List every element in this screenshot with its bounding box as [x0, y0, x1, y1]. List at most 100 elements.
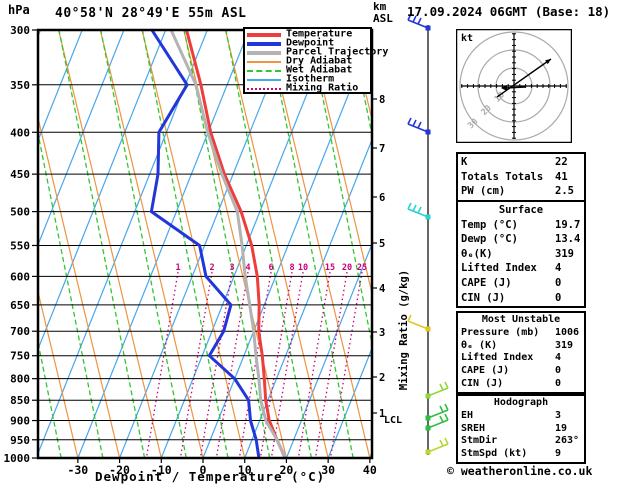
mixing-ratio-line	[259, 271, 293, 458]
pressure-tick-label: 650	[10, 299, 30, 312]
row-label: Lifted Index	[461, 262, 537, 275]
wet-adiabat-line	[225, 30, 313, 458]
legend-swatch-wet-adiabat	[247, 69, 281, 72]
table-row: SREH 19	[461, 423, 581, 436]
wet-adiabat-line	[100, 30, 187, 458]
table-row: StmDir 263°	[461, 435, 581, 448]
legend-swatch-isotherm	[247, 78, 281, 81]
legend-label: Mixing Ratio	[286, 82, 359, 94]
table-row: Temp (°C) 19.7	[461, 218, 581, 233]
mixing-ratio-tick-label: 20	[342, 263, 352, 273]
row-label: Totals Totals	[461, 170, 544, 183]
table-row: EH 3	[461, 410, 581, 423]
mixing-ratio-tick-label: 4	[245, 263, 250, 273]
row-value: 4	[555, 352, 562, 364]
table-row: CAPE (J) 0	[461, 365, 581, 378]
altitude-tick-label: 8	[379, 94, 385, 106]
isotherm-line	[202, 33, 372, 458]
pressure-tick-label: 350	[10, 79, 30, 92]
dry-adiabat-line	[57, 30, 162, 458]
row-label: CAPE (J)	[461, 365, 510, 377]
altitude-tick-label: 5	[379, 238, 385, 250]
row-label: CAPE (J)	[461, 276, 512, 289]
row-value: 41	[555, 170, 568, 183]
altitude-tick-label: 3	[379, 327, 385, 339]
surface-table: Surface Temp (°C) 19.7 Dewp (°C) 13.4 θₑ(K) 31…	[456, 200, 586, 309]
skewt-screenshot: 1 2 3 4 6 8 10 15 20 25 300 350 400 450 500 550 600 650 70…	[0, 0, 629, 486]
wind-barb	[407, 202, 431, 220]
row-value: 0	[555, 377, 562, 389]
mixing-ratio-tick-label: 6	[268, 263, 273, 273]
row-value: 22	[555, 156, 568, 168]
row-value: 0	[555, 365, 562, 377]
table-title: Most Unstable	[481, 314, 561, 325]
row-label: StmDir	[461, 435, 498, 447]
page-title: 40°58'N 28°49'E 55m ASL	[55, 6, 247, 21]
altitude-axis-unit: km ASL	[373, 0, 393, 25]
row-label: θₑ (K)	[461, 339, 498, 351]
mixing-ratio-tick-label: 15	[325, 263, 335, 273]
pressure-tick-label: 600	[10, 270, 30, 283]
indices-table: K 22 Totals Totals 41 PW (cm) 2.5	[456, 152, 586, 202]
pressure-axis-unit: hPa	[8, 3, 30, 17]
altitude-tick-label: 6	[379, 192, 385, 204]
isotherm-line	[77, 30, 250, 458]
wind-barb	[425, 381, 449, 399]
table-row: StmSpd (kt) 9	[461, 448, 581, 461]
pressure-tick-label: 800	[10, 373, 30, 386]
row-value: 4	[555, 262, 562, 275]
legend-swatch-dewpoint	[247, 41, 281, 46]
mixing-ratio-axis-label: Mixing Ratio (g/kg)	[398, 269, 410, 391]
row-label: Temp (°C)	[461, 218, 518, 231]
pressure-tick-label: 400	[10, 126, 30, 139]
row-value: 19	[555, 422, 568, 434]
row-label: CIN (J)	[461, 291, 506, 304]
wet-adiabat-line	[266, 30, 354, 458]
row-value: 13.4	[555, 233, 581, 246]
dry-adiabat-line	[308, 30, 372, 296]
row-label: K	[461, 156, 468, 168]
wind-barb	[407, 314, 431, 332]
wind-barb	[425, 403, 449, 421]
table-row: CIN (J) 0	[461, 378, 581, 391]
mixing-ratio-tick-label: 2	[209, 263, 214, 273]
mixing-ratio-line	[238, 271, 272, 458]
table-row: K 22	[461, 155, 581, 170]
table-row: Dewp (°C) 13.4	[461, 232, 581, 247]
table-row: Lifted Index 4	[461, 261, 581, 276]
pressure-tick-label: 900	[10, 415, 30, 428]
table-row: Lifted Index 4	[461, 352, 581, 365]
row-label: Pressure (mb)	[461, 326, 540, 338]
pressure-tick-label: 300	[10, 24, 30, 37]
hodograph: 102030kt	[456, 29, 572, 143]
datetime-label: 17.09.2024 06GMT (Base: 18)	[407, 4, 611, 19]
mixing-ratio-tick-label: 10	[298, 263, 308, 273]
wind-barb	[425, 437, 449, 455]
wet-adiabat-line	[58, 30, 146, 458]
pressure-tick-label: 950	[10, 434, 30, 447]
wet-adiabat-line	[350, 30, 372, 139]
table-row: Totals Totals 41	[461, 170, 581, 185]
wet-adiabat-line	[141, 30, 229, 458]
legend-swatch-temperature	[247, 32, 281, 37]
copyright: © weatheronline.co.uk	[447, 464, 593, 478]
altitude-tick-label: 2	[379, 372, 385, 384]
wet-adiabat-line	[38, 130, 104, 458]
pressure-tick-label: 550	[10, 239, 30, 252]
table-row: PW (cm) 2.5	[461, 184, 581, 199]
row-label: Dewp (°C)	[461, 233, 518, 246]
dry-adiabat-line	[141, 30, 246, 458]
table-row: θₑ (K) 319	[461, 340, 581, 353]
mixing-ratio-line	[145, 271, 179, 458]
hodograph-table: Hodograph EH 3 SREH 19 StmDir 263° StmSpd (kt) 9	[456, 394, 586, 464]
most-unstable-table: Most Unstable Pressure (mb) 1006 θₑ (K) 319 L…	[456, 311, 586, 394]
mixing-ratio-tick-label: 25	[357, 263, 367, 273]
legend-swatch-mixing-ratio	[247, 87, 281, 90]
pressure-tick-label: 750	[10, 350, 30, 363]
mixing-ratio-tick-label: 3	[229, 263, 234, 273]
table-title: Surface	[498, 204, 544, 216]
row-value: 19.7	[555, 218, 581, 231]
mixing-ratio-tick-label: 8	[289, 263, 294, 273]
altitude-tick-label: 7	[379, 143, 385, 155]
row-value: 263°	[555, 435, 580, 447]
